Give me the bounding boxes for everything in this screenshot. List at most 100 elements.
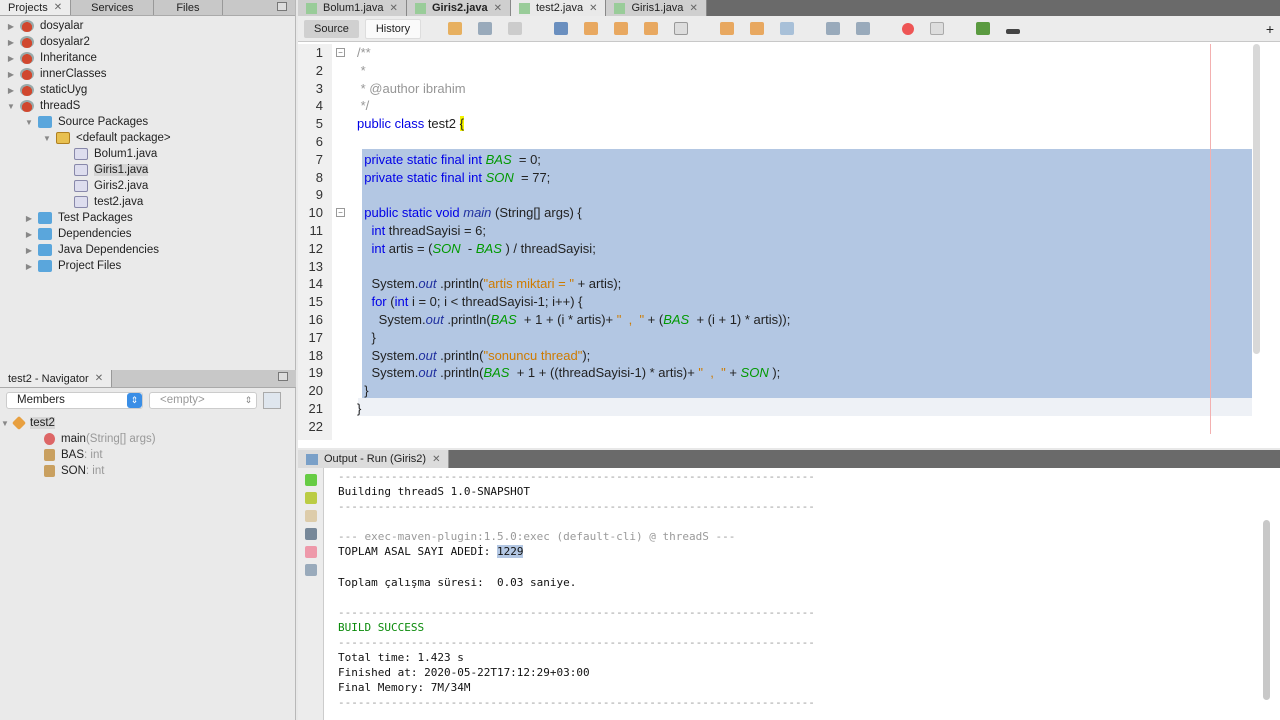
rectangular-selection-icon[interactable] [674, 22, 689, 35]
tree-item[interactable]: test2.java [0, 194, 295, 210]
add-icon[interactable]: + [1266, 21, 1274, 37]
history-button[interactable]: History [364, 18, 422, 39]
tab-projects[interactable]: Projects ✕ [0, 0, 72, 15]
secondary-select[interactable]: <empty> ⇕ [149, 391, 257, 409]
member-detail: (String[] args) [85, 433, 156, 445]
navigator-member[interactable]: BAS : int [0, 447, 296, 463]
toggle-bookmark-icon[interactable] [780, 22, 795, 35]
fold-icon[interactable]: − [336, 48, 345, 57]
code-token: BAS [485, 151, 512, 167]
minimize-icon[interactable] [277, 2, 287, 11]
inspect-icon[interactable] [305, 528, 317, 540]
navigator-member[interactable]: main (String[] args) [0, 431, 296, 447]
members-select[interactable]: Members ⇕ [6, 391, 143, 409]
expand-arrow-icon[interactable]: ▶ [24, 230, 34, 239]
line-number: 2 [315, 62, 323, 78]
tab-services[interactable]: Services [71, 0, 155, 15]
java-file-icon [414, 2, 426, 14]
find-previous-icon[interactable] [584, 22, 599, 35]
editor-tab[interactable]: Giris1.java ✕ [606, 0, 707, 16]
editor-tab[interactable]: Giris2.java ✕ [406, 0, 511, 16]
expand-arrow-icon[interactable]: ▶ [6, 54, 16, 63]
output-text[interactable]: ----------------------------------------… [338, 469, 815, 711]
navigator-root[interactable]: ▼ test2 [0, 415, 296, 431]
stop-icon[interactable] [305, 546, 317, 558]
back-icon[interactable] [478, 22, 493, 35]
editor-tab[interactable]: test2.java ✕ [510, 0, 607, 16]
navigator-member[interactable]: SON : int [0, 463, 296, 479]
tree-item[interactable]: ▶ innerClasses [0, 66, 295, 82]
expand-arrow-icon[interactable]: ▶ [6, 70, 16, 79]
members-select-value: Members [17, 394, 65, 406]
comment-icon[interactable] [976, 22, 991, 35]
tree-item[interactable]: ▶ dosyalar2 [0, 34, 295, 50]
tree-item[interactable]: ▶ Test Packages [0, 210, 295, 226]
find-icon[interactable] [554, 22, 569, 35]
code-editor[interactable]: 1 2 3 4 5 6 7 8 9 10 11 12 13 14 15 16 17 18 19 20 21 22 /** … [298, 44, 1280, 440]
code-token: * @author ibrahim [357, 80, 466, 96]
close-icon[interactable]: ✕ [95, 373, 103, 384]
find-next-icon[interactable] [614, 22, 629, 35]
expand-arrow-icon[interactable]: ▼ [42, 134, 52, 143]
fold-icon[interactable]: − [336, 208, 345, 218]
line-number-gutter: 1 2 3 4 5 6 7 8 9 10 11 12 13 14 15 16 17 18 19 20 21 22 [298, 44, 332, 440]
tree-item[interactable]: Bolum1.java [0, 146, 295, 162]
tree-item[interactable]: Giris2.java [0, 178, 295, 194]
stop-macro-icon[interactable] [930, 22, 945, 35]
tree-item[interactable]: Giris1.java [0, 162, 295, 178]
close-icon[interactable]: ✕ [54, 2, 62, 13]
close-icon[interactable]: ✕ [390, 3, 398, 14]
tab-output[interactable]: Output - Run (Giris2) ✕ [298, 450, 450, 468]
tree-item[interactable]: ▶ Project Files [0, 258, 295, 274]
tab-label: Projects [8, 1, 48, 14]
settings-icon[interactable] [305, 564, 317, 576]
expand-arrow-icon[interactable]: ▶ [6, 86, 16, 95]
expand-arrow-icon[interactable]: ▶ [24, 246, 34, 255]
output-scrollbar[interactable] [1263, 520, 1270, 700]
rerun-icon[interactable] [305, 474, 317, 486]
expand-arrow-icon[interactable]: ▶ [24, 214, 34, 223]
continue-icon[interactable] [305, 510, 317, 522]
expand-arrow-icon[interactable]: ▶ [6, 22, 16, 31]
forward-icon[interactable] [508, 22, 523, 35]
expand-arrow-icon[interactable]: ▼ [24, 118, 34, 127]
shift-left-icon[interactable] [826, 22, 841, 35]
start-macro-icon[interactable] [902, 22, 915, 35]
layout-icon[interactable] [263, 391, 281, 409]
minimize-icon[interactable] [278, 372, 288, 381]
tab-files[interactable]: Files [154, 0, 223, 15]
close-icon[interactable]: ✕ [494, 3, 502, 14]
tree-item[interactable]: ▼ <default package> [0, 130, 295, 146]
tree-item[interactable]: ▶ Dependencies [0, 226, 295, 242]
uncomment-icon[interactable] [1006, 29, 1021, 34]
tree-item[interactable]: ▼ Source Packages [0, 114, 295, 130]
source-button[interactable]: Source [304, 19, 359, 38]
tree-item[interactable]: ▼ threadS [0, 98, 295, 114]
folder-icon [38, 244, 52, 256]
expand-arrow-icon[interactable]: ▶ [24, 262, 34, 271]
tab-navigator[interactable]: test2 - Navigator ✕ [0, 370, 113, 387]
shift-right-icon[interactable] [856, 22, 871, 35]
editor-scrollbar[interactable] [1253, 44, 1260, 354]
tree-item[interactable]: ▶ staticUyg [0, 82, 295, 98]
tree-item[interactable]: ▶ Java Dependencies [0, 242, 295, 258]
expand-arrow-icon[interactable]: ▼ [0, 419, 10, 428]
code-token: .println( [443, 312, 491, 327]
close-icon[interactable]: ✕ [589, 3, 597, 14]
code-token: private static final int [364, 169, 486, 185]
code-line: } [357, 400, 361, 418]
last-edit-icon[interactable] [448, 22, 463, 35]
close-icon[interactable]: ✕ [689, 3, 697, 14]
previous-bookmark-icon[interactable] [720, 22, 735, 35]
expand-arrow-icon[interactable]: ▶ [6, 38, 16, 47]
rerun-with-options-icon[interactable] [305, 492, 317, 504]
left-panel: Projects ✕ Services Files ▶ dosyalar ▶ dosya… [0, 0, 296, 720]
line-number: 22 [308, 418, 323, 434]
expand-arrow-icon[interactable]: ▼ [6, 102, 16, 111]
editor-tab[interactable]: Bolum1.java ✕ [298, 0, 407, 16]
tree-item[interactable]: ▶ Inheritance [0, 50, 295, 66]
tree-item[interactable]: ▶ dosyalar [0, 18, 295, 34]
toggle-highlight-icon[interactable] [644, 22, 659, 35]
next-bookmark-icon[interactable] [750, 22, 765, 35]
close-icon[interactable]: ✕ [432, 454, 440, 465]
